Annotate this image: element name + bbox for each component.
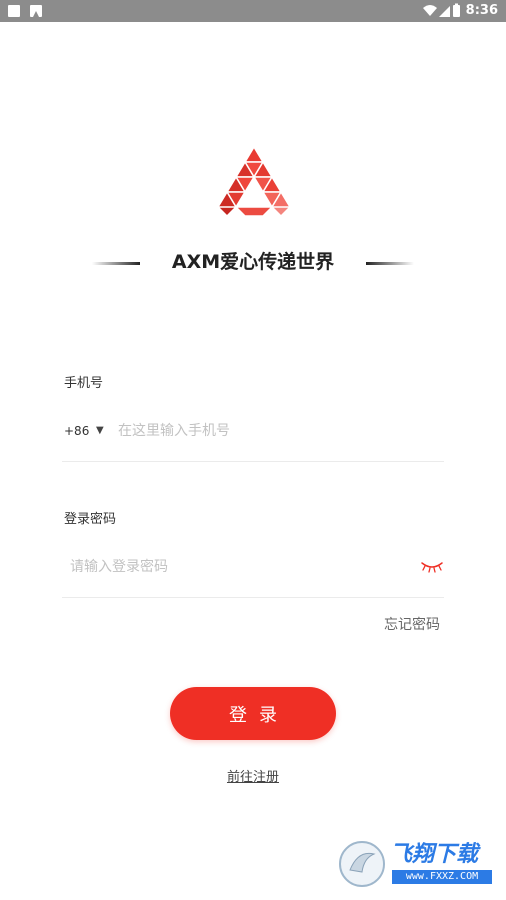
login-button[interactable]: 登录 [170, 687, 336, 740]
watermark-logo-icon [339, 841, 385, 887]
phone-input[interactable] [118, 420, 438, 442]
watermark-text: 飞翔下载 [390, 842, 479, 867]
brand-row: AXM爱心传递世界 [0, 248, 506, 278]
forgot-password-link[interactable]: 忘记密码 [384, 616, 440, 634]
app-notification-icon [30, 5, 42, 17]
axm-logo-icon [217, 146, 291, 217]
brand-title: AXM爱心传递世界 [171, 251, 335, 273]
watermark: 飞翔下载 www.FXXZ.COM [338, 838, 498, 890]
signal-icon [439, 6, 450, 17]
phone-label: 手机号 [64, 376, 104, 391]
status-bar: 8:36 [0, 0, 506, 22]
notification-icon [8, 5, 20, 17]
wifi-icon [423, 5, 437, 16]
status-icons [423, 3, 460, 17]
password-divider [62, 597, 444, 598]
register-link-row: 前往注册 [0, 766, 506, 787]
phone-divider [62, 461, 444, 462]
chevron-down-icon[interactable]: ▼ [96, 424, 104, 438]
eye-closed-icon[interactable] [421, 561, 443, 573]
brand-right-line [366, 262, 414, 265]
password-label: 登录密码 [64, 512, 117, 527]
register-link[interactable]: 前往注册 [227, 770, 279, 785]
watermark-url: www.FXXZ.COM [392, 870, 492, 884]
country-code-selector[interactable]: +86 [64, 423, 89, 439]
clock: 8:36 [465, 3, 498, 18]
password-input[interactable] [70, 556, 410, 578]
battery-icon [453, 3, 460, 17]
